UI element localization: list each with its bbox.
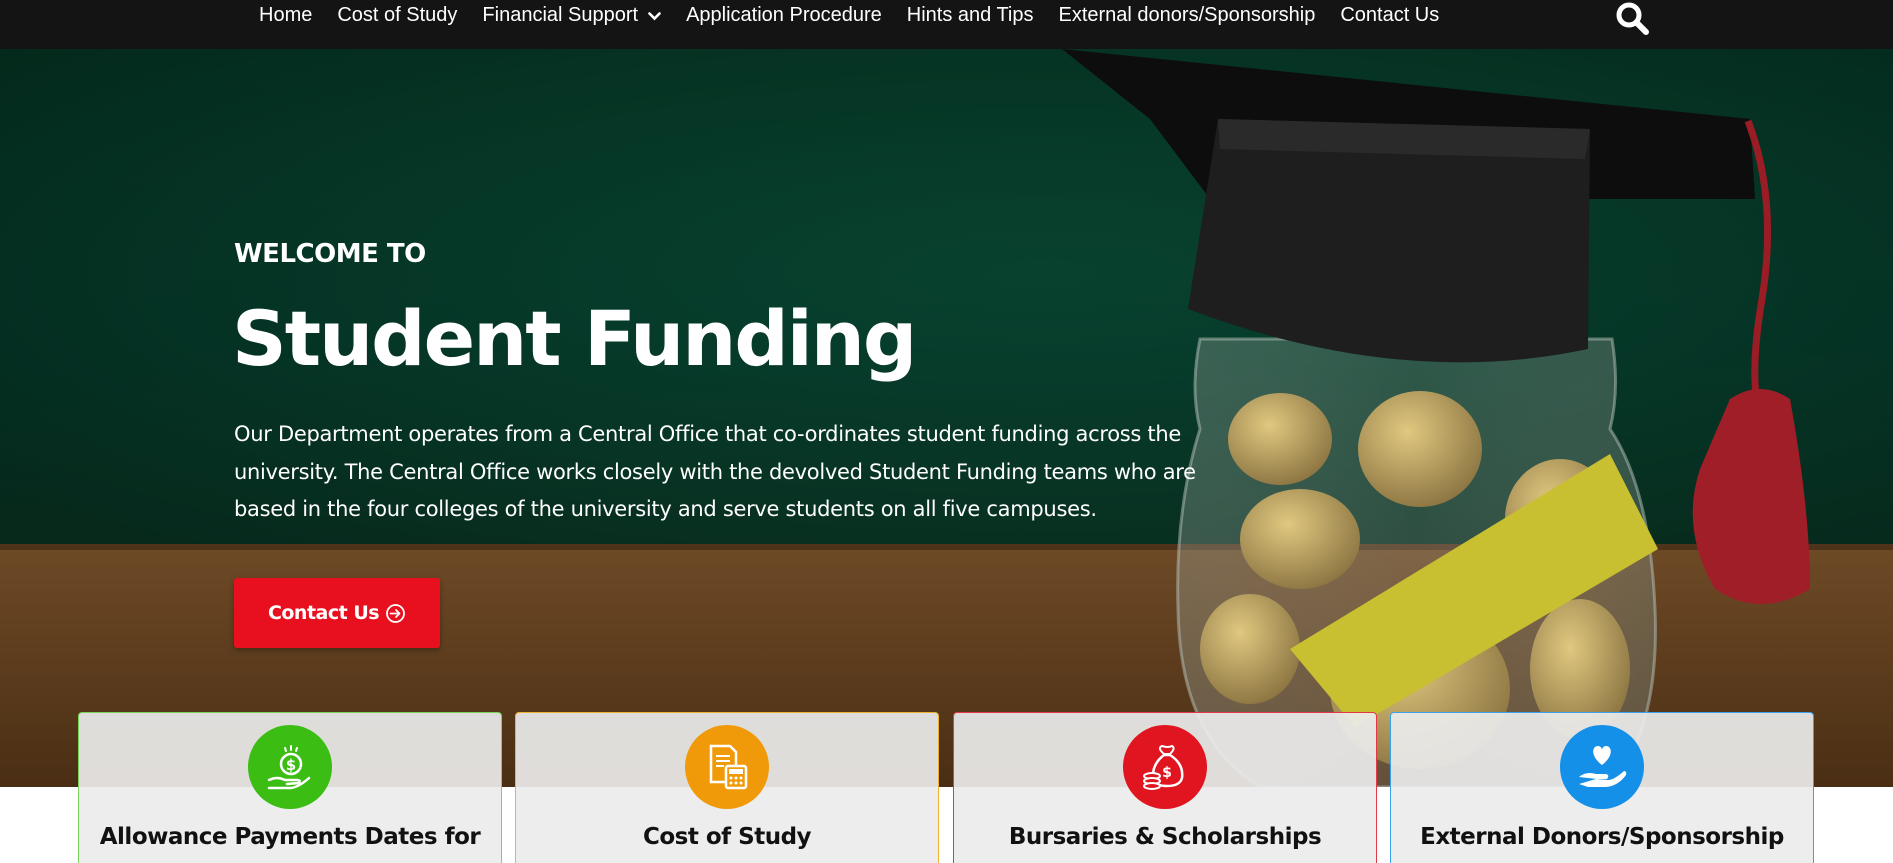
hand-money-icon: $ [248,725,332,809]
card-cost-of-study[interactable]: Cost of Study [515,712,939,863]
nav-item-financial-support[interactable]: Financial Support [482,4,661,27]
card-allowance-payments[interactable]: $ Allowance Payments Dates for [78,712,502,863]
contact-us-button[interactable]: Contact Us [234,578,440,648]
nav-item-financial-support-label: Financial Support [482,3,639,26]
card-title: External Donors/Sponsorship [1420,824,1784,850]
nav-item-contact-us[interactable]: Contact Us [1340,4,1439,27]
search-icon[interactable] [1615,1,1651,35]
hero-eyebrow: WELCOME TO [234,239,426,269]
money-bag-icon: $ [1123,725,1207,809]
calculator-document-icon [685,725,769,809]
hero-description: Our Department operates from a Central O… [234,422,1196,521]
svg-text:$: $ [286,756,296,774]
nav-item-cost-of-study[interactable]: Cost of Study [337,4,457,27]
card-title: Bursaries & Scholarships [1008,824,1322,850]
card-external-donors[interactable]: External Donors/Sponsorship [1390,712,1814,863]
chevron-down-icon[interactable] [648,4,661,27]
nav-links: Home Cost of Study Financial Support App… [259,0,1464,30]
nav-item-hints-and-tips[interactable]: Hints and Tips [907,4,1034,27]
nav-item-application-procedure[interactable]: Application Procedure [686,4,882,27]
hero-banner: WELCOME TO Student Funding Our Departmen… [0,49,1893,787]
contact-us-button-label: Contact Us [267,602,380,624]
page-title: Student Funding [232,294,917,383]
card-title: Allowance Payments Dates for [99,824,481,850]
nav-item-external-donors[interactable]: External donors/Sponsorship [1059,4,1316,27]
top-navigation: Home Cost of Study Financial Support App… [0,0,1893,49]
svg-text:$: $ [1162,765,1172,781]
card-title: Cost of Study [642,824,812,850]
arrow-circle-right-icon [386,603,405,623]
nav-item-home[interactable]: Home [259,4,312,27]
card-bursaries-scholarships[interactable]: $ Bursaries & Scholarships [953,712,1377,863]
hand-heart-icon [1560,725,1644,809]
